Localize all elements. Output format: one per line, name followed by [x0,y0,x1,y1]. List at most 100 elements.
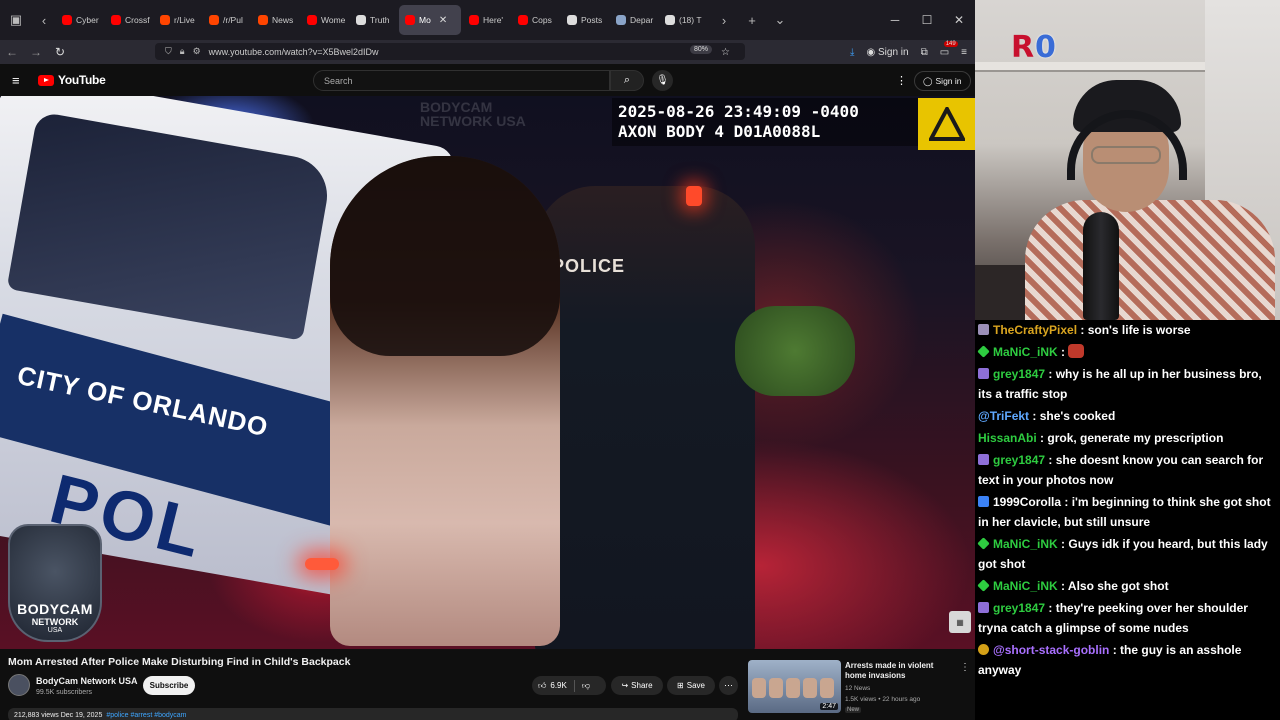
tab-1[interactable]: Crossf [105,5,152,35]
tab-label: /r/Pul [223,15,243,25]
save-button[interactable]: ⊞ Save [667,676,715,695]
tab-overview-icon[interactable]: ▣ [4,8,28,32]
menu-icon[interactable]: ≡ [961,47,967,58]
channel-name[interactable]: BodyCam Network USA [36,676,138,686]
bookmark-star-icon[interactable]: ☆ [721,47,730,58]
tab-0[interactable]: Cyber [56,5,103,35]
chat-username[interactable]: MaNiC_iNK [993,579,1058,593]
extensions-icon[interactable]: ⧉ [921,47,928,58]
tab-9[interactable]: Cops [512,5,559,35]
tab-favicon-icon [518,15,528,25]
tab-8[interactable]: Here' [463,5,510,35]
account-sign-in-label: Sign in [877,46,909,58]
tab-label: News [272,15,294,25]
permissions-icon[interactable]: ⚙ [193,46,201,57]
recommended-more-icon[interactable]: ⋮ [960,662,970,673]
recommended-title[interactable]: Arrests made in violent home invasions [845,661,957,681]
close-window-icon[interactable]: ✕ [943,13,975,27]
download-icon[interactable]: ⤓ [850,47,854,58]
police-vest-label: POLICE [552,256,626,276]
tab-favicon-icon [356,15,366,25]
tab-label: Crossf [125,15,150,25]
recommended-channel[interactable]: 12 News [845,685,870,692]
chat-username[interactable]: @TriFekt [978,409,1029,423]
recommended-new-badge: New [845,707,862,713]
lock-icon[interactable]: 🔒︎ [180,46,185,57]
divider [573,679,575,692]
tab-2[interactable]: r/Live [154,5,201,35]
shield-icon[interactable]: ⛉ [165,46,172,57]
chat-badge-icon [977,579,990,592]
url-bar[interactable]: ⛉ 🔒︎ ⚙ www.youtube.com/watch?v=X5Bwel2dI… [155,43,745,60]
tab-label: Cops [532,15,552,25]
save-label: Save [686,681,705,690]
share-button[interactable]: ↪ Share [611,676,663,695]
red-light [305,558,339,570]
scroll-tabs-right-icon[interactable]: › [712,8,736,32]
tab-11[interactable]: Depar [610,5,657,35]
youtube-logo-text: YouTube [58,73,106,87]
tabs-container: Cyber Crossf r/Live/r/Pul News Wome Truth Mo ✕ H… [56,5,708,35]
tab-label: Here' [483,15,504,25]
search-button[interactable]: ⌕ [610,70,644,91]
description-box[interactable]: 212,883 views Dec 19, 2025 #police #arres… [8,708,738,720]
chat-message: MaNiC_iNK : Guys idk if you heard, but t… [977,534,1276,574]
close-tab-icon[interactable]: ✕ [439,15,447,26]
recommended-thumbnail[interactable]: 2:47 [748,660,841,713]
hashtags[interactable]: #police #arrest #bodycam [106,712,186,719]
url-text[interactable]: www.youtube.com/watch?v=X5Bwel2dIDw [209,47,379,57]
yt-settings-icon[interactable]: ⋮ [896,74,907,87]
youtube-logo[interactable]: YouTube [38,73,106,87]
subscriber-counter: 0 [1035,30,1056,65]
thumbs-up-icon[interactable]: 👍︎ [538,681,546,691]
tab-favicon-icon [665,15,675,25]
chat-username[interactable]: grey1847 [993,453,1045,467]
thumbs-down-icon[interactable]: 👎︎ [582,681,590,691]
chat-username[interactable]: TheCraftyPixel [993,323,1077,337]
tab-12[interactable]: (18) T [659,5,706,35]
maximize-icon[interactable]: ☐ [911,13,943,27]
voice-search-button[interactable]: 🎙︎ [652,70,673,91]
like-count[interactable]: 6.9K [550,681,566,690]
yt-sign-in-button[interactable]: ◯ Sign in [914,71,971,91]
chat-username[interactable]: MaNiC_iNK [993,537,1058,551]
chat-username[interactable]: grey1847 [993,601,1045,615]
scroll-tabs-left-icon[interactable]: ‹ [32,8,56,32]
back-icon[interactable]: ← [0,45,24,59]
chat-username[interactable]: HissanAbi [978,431,1037,445]
account-sign-in[interactable]: ◉ Sign in [866,47,908,58]
yt-menu-icon[interactable]: ≡ [12,73,20,88]
hair-shape [330,156,560,356]
reload-icon[interactable]: ↻ [48,45,72,59]
chat-username[interactable]: 1999Corolla [993,495,1061,509]
streamer-shirt [1025,200,1275,320]
chat-username[interactable]: MaNiC_iNK [993,345,1058,359]
tab-4[interactable]: News [252,5,299,35]
tab-6[interactable]: Truth [350,5,397,35]
forward-icon[interactable]: → [24,45,48,59]
zoom-level[interactable]: 80% [690,45,713,54]
tab-7[interactable]: Mo ✕ [399,5,461,35]
addon-icon[interactable]: ▭ 149 [940,40,958,58]
tab-5[interactable]: Wome [301,5,348,35]
like-dislike-group: 👍︎ 6.9K 👎︎ [532,676,606,695]
channel-branding-icon[interactable]: ▦ [949,611,971,633]
new-tab-icon[interactable]: + [740,8,764,32]
chat-text: : [1061,345,1066,359]
youtube-play-icon [38,74,54,86]
subscribe-button[interactable]: Subscribe [143,676,195,695]
minimize-icon[interactable]: ─ [879,13,911,27]
chat-username[interactable]: grey1847 [993,367,1045,381]
channel-avatar[interactable] [8,674,30,696]
tab-10[interactable]: Posts [561,5,608,35]
chat-username[interactable]: @short-stack-goblin [993,643,1109,657]
list-tabs-icon[interactable]: ⌄ [768,8,792,32]
video-player[interactable]: CITY OF ORLANDO POL POLICE BODYCAM NETWO… [0,96,975,649]
tab-favicon-icon [405,15,415,25]
tab-favicon-icon [111,15,121,25]
tab-label: Truth [370,15,390,25]
tab-3[interactable]: /r/Pul [203,5,250,35]
share-icon: ↪ [621,681,629,690]
search-input[interactable]: Search [313,70,610,91]
more-actions-button[interactable]: ⋯ [719,676,738,695]
